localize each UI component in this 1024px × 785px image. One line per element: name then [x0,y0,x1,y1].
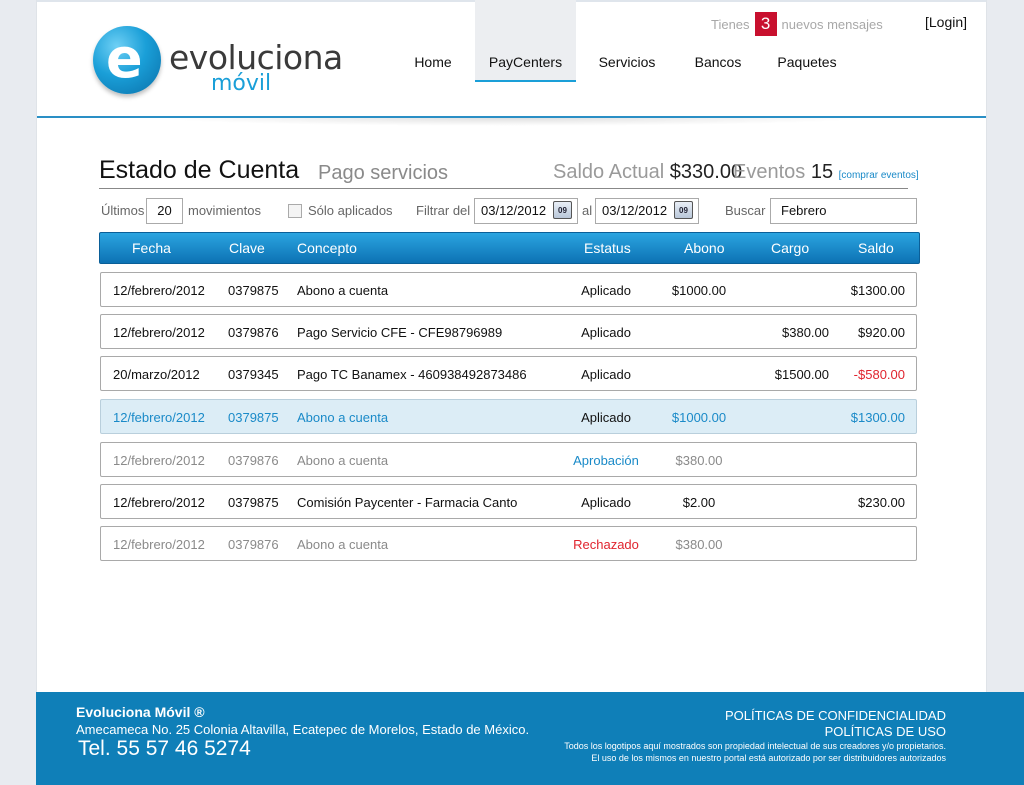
header-saldo[interactable]: Saldo [858,240,894,256]
footer-address: Amecameca No. 25 Colonia Altavilla, Ecat… [76,722,530,737]
page-subtitle: Pago servicios [318,162,449,184]
cell-estatus: Aplicado [581,410,631,425]
buy-events-link[interactable]: [comprar eventos] [839,170,919,181]
table-row[interactable]: 20/marzo/2012 0379345 Pago TC Banamex - 46… [100,356,917,391]
footer-phone: Tel. 55 57 46 5274 [78,737,251,760]
cell-fecha: 12/febrero/2012 [113,453,205,468]
last-label: Últimos [101,203,145,218]
balance-value: $330.00 [669,161,743,183]
cell-concepto: Abono a cuenta [297,283,389,298]
cell-concepto: Abono a cuenta [297,537,389,552]
page-container: e evoluciona móvil Home PayCenters Servi… [36,0,987,692]
cell-fecha: 12/febrero/2012 [113,325,205,340]
search-label: Buscar [725,203,766,218]
cell-clave: 0379876 [228,537,279,552]
nav-home[interactable]: Home [397,0,469,82]
header-clave[interactable]: Clave [229,240,265,256]
cell-fecha: 20/marzo/2012 [113,367,200,382]
filter-from-label: Filtrar del [416,203,471,218]
table-row[interactable]: 12/febrero/2012 0379875 Abono a cuenta Apli… [100,272,917,307]
events-summary: Eventos 15 [comprar eventos] [733,161,919,184]
page-title: Estado de Cuenta [99,156,300,184]
messages-prefix: Tienes [711,16,750,32]
nav-servicios[interactable]: Servicios [587,0,667,82]
cell-clave: 0379345 [228,367,279,382]
table-row[interactable]: 12/febrero/2012 0379876 Abono a cuenta Rech… [100,526,917,561]
date-from-value: 03/12/2012 [481,203,547,218]
cell-abono: $380.00 [675,453,723,468]
privacy-policy-link[interactable]: POLÍTICAS DE CONFIDENCIALIDAD [725,708,946,723]
header-cargo[interactable]: Cargo [771,240,809,256]
cell-concepto: Comisión Paycenter - Farmacia Canto [297,495,518,510]
cell-fecha: 12/febrero/2012 [113,495,205,510]
movements-count-input[interactable]: 20 [146,198,183,224]
cell-saldo: -$580.00 [853,367,905,382]
header-abono[interactable]: Abono [684,240,724,256]
cell-concepto: Pago Servicio CFE - CFE98796989 [297,325,503,340]
table-row[interactable]: 12/febrero/2012 0379875 Comisión Paycenter… [100,484,917,519]
only-applied-label: Sólo aplicados [308,203,393,218]
cell-concepto: Pago TC Banamex - 460938492873486 [297,367,527,382]
header-estatus[interactable]: Estatus [584,240,631,256]
cell-estatus: Aplicado [581,283,631,298]
cell-concepto: Abono a cuenta [297,453,389,468]
table-row[interactable]: 12/febrero/2012 0379876 Abono a cuenta Apro… [100,442,917,477]
calendar-to-icon[interactable]: 09 [674,201,693,219]
cell-clave: 0379875 [228,410,279,425]
cell-estatus: Rechazado [573,537,639,552]
footer-disclaimer-1: Todos los logotipos aquí mostrados son p… [564,741,946,751]
cell-fecha: 12/febrero/2012 [113,537,205,552]
cell-saldo: $920.00 [858,325,905,340]
footer-company: Evoluciona Móvil ® [76,704,205,720]
only-applied-checkbox[interactable] [288,204,302,218]
cell-saldo: $230.00 [858,495,905,510]
table-row[interactable]: 12/febrero/2012 0379875 Abono a cuenta Apli… [100,399,917,434]
cell-saldo: $1300.00 [850,410,905,425]
cell-estatus: Aplicado [581,367,631,382]
nav-paycenters[interactable]: PayCenters [475,0,576,82]
cell-clave: 0379875 [228,495,279,510]
cell-clave: 0379876 [228,325,279,340]
table-header: Fecha Clave Concepto Estatus Abono Cargo… [99,232,920,264]
footer-disclaimer-2: El uso de los mismos en nuestro portal e… [591,753,946,763]
filters-bar: Últimos 20 movimientos Sólo aplicados Fi… [99,198,919,226]
cell-clave: 0379876 [228,453,279,468]
cell-saldo: $1300.00 [850,283,905,298]
cell-abono: $380.00 [675,537,723,552]
cell-abono: $1000.00 [671,283,727,298]
messages-count-badge: 3 [754,12,777,36]
login-link[interactable]: [Login] [925,14,967,30]
events-label: Eventos [733,161,806,183]
header-concepto[interactable]: Concepto [297,240,357,256]
cell-abono: $1000.00 [671,410,727,425]
cell-concepto: Abono a cuenta [297,410,389,425]
balance-summary: Saldo Actual $330.00 [553,161,742,184]
cell-abono: $2.00 [682,495,716,510]
cell-estatus: Aprobación [573,453,639,468]
messages-notice[interactable]: Tienes 3 nuevos mensajes [711,12,883,36]
cell-fecha: 12/febrero/2012 [113,410,205,425]
cell-estatus: Aplicado [581,495,631,510]
search-input[interactable]: Febrero [770,198,917,224]
balance-label: Saldo Actual [553,161,665,183]
cell-clave: 0379875 [228,283,279,298]
cell-fecha: 12/febrero/2012 [113,283,205,298]
header-shadow [157,118,868,126]
date-to-value: 03/12/2012 [602,203,668,218]
usage-policy-link[interactable]: POLÍTICAS DE USO [825,724,946,739]
cell-estatus: Aplicado [581,325,631,340]
header-fecha[interactable]: Fecha [132,240,171,256]
filter-to-label: al [582,203,593,218]
table-row[interactable]: 12/febrero/2012 0379876 Pago Servicio CFE … [100,314,917,349]
messages-suffix: nuevos mensajes [781,16,883,32]
events-value: 15 [810,161,834,183]
title-divider [99,188,908,189]
calendar-from-icon[interactable]: 09 [553,201,572,219]
footer: Evoluciona Móvil ® Amecameca No. 25 Colo… [36,692,1024,785]
movements-label: movimientos [188,203,261,218]
